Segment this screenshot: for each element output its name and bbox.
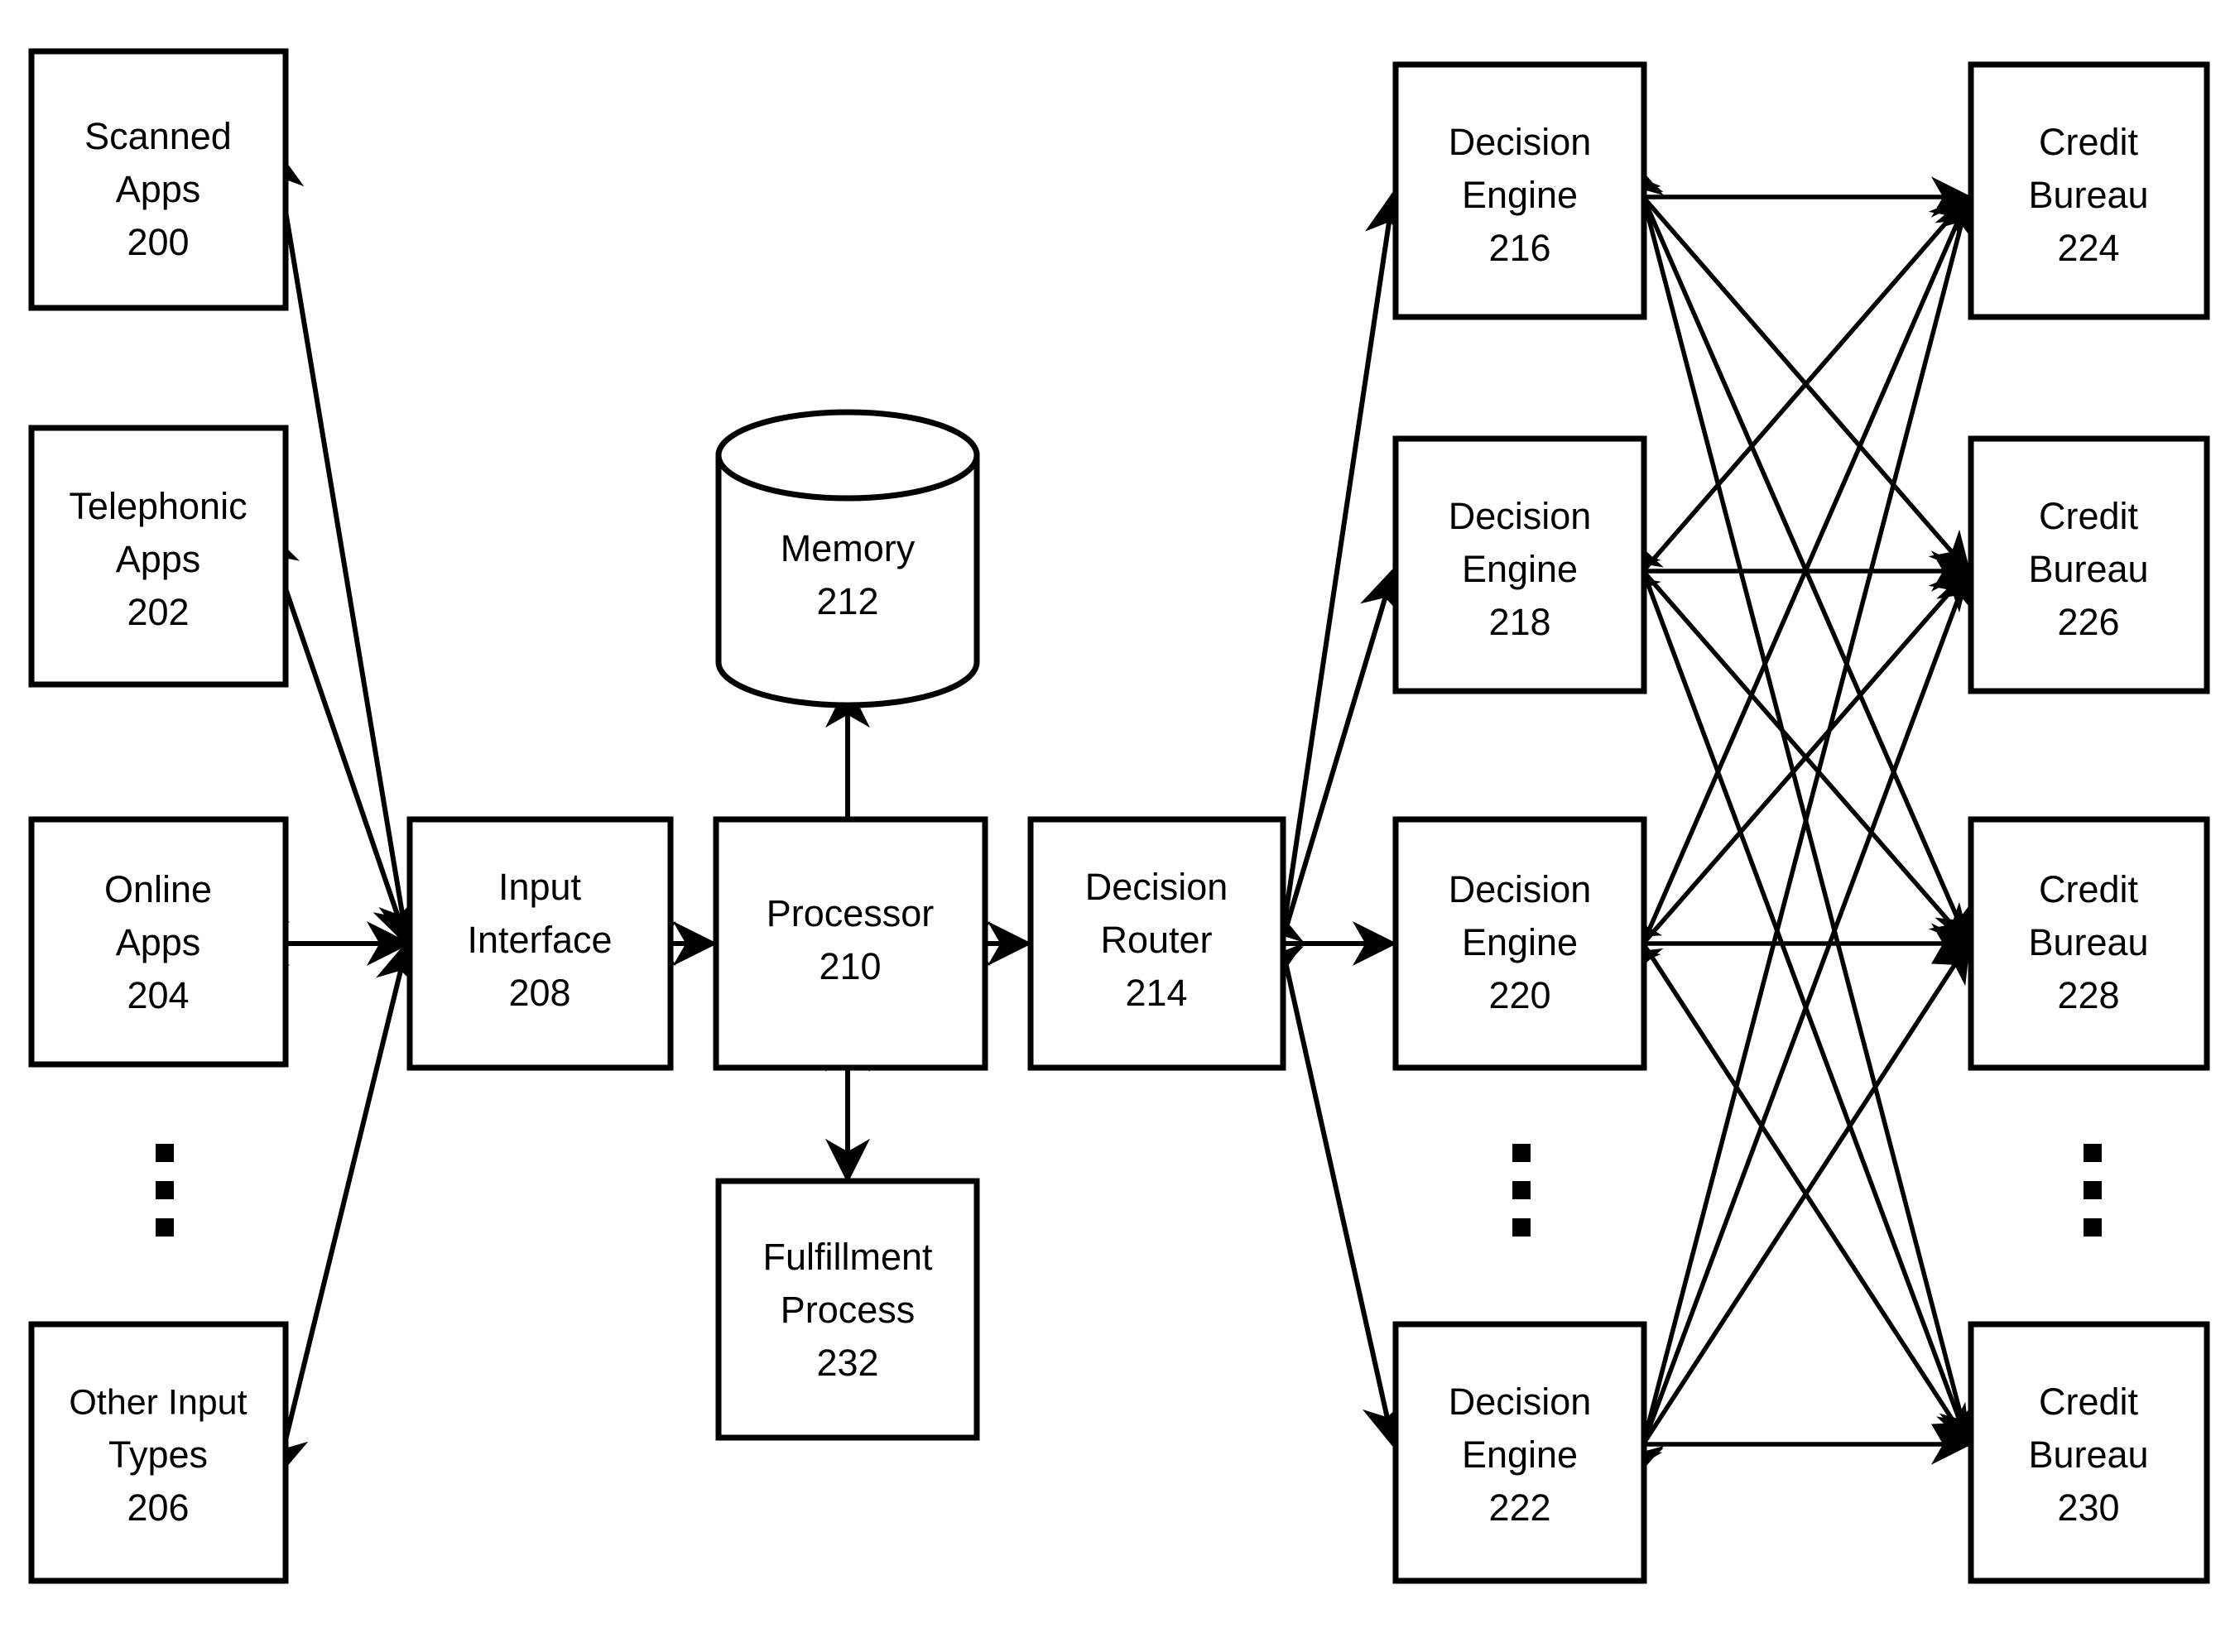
decision-router-ref: 214 (1125, 972, 1187, 1014)
connection-other-input-types-input-interface (264, 939, 420, 1480)
decision-engine-216-label-line1: Decision (1449, 121, 1592, 163)
credit-bureau-228-ref: 228 (2057, 974, 2119, 1016)
node-scanned-apps[interactable]: Scanned Apps 200 (28, 48, 289, 311)
processor-ref: 210 (819, 945, 881, 987)
online-apps-label-line1: Online (104, 868, 212, 910)
credit-bureau-226-label-line1: Credit (2039, 495, 2139, 537)
decision-engine-216-label-line2: Engine (1462, 174, 1578, 216)
credit-bureaus-ellipsis-dot-2 (2084, 1181, 2102, 1199)
node-credit-bureau-226[interactable]: Credit Bureau 226 (1968, 435, 2210, 694)
decision-engine-220-label-line2: Engine (1462, 921, 1578, 963)
node-decision-engine-218[interactable]: Decision Engine 218 (1392, 435, 1647, 694)
decision-engines-ellipsis-dot-2 (1512, 1181, 1531, 1199)
decision-engine-222-ref: 222 (1488, 1486, 1550, 1529)
credit-bureau-228-label-line1: Credit (2039, 868, 2139, 910)
processor-label: Processor (767, 892, 935, 934)
credit-bureau-224-ref: 224 (2057, 227, 2119, 269)
processor-box[interactable] (713, 816, 988, 1071)
other-input-types-label-line1: Other Input (69, 1382, 247, 1422)
node-decision-router[interactable]: Decision Router 214 (1027, 816, 1286, 1071)
other-input-types-label-line2: Types (108, 1433, 208, 1476)
node-input-interface[interactable]: Input Interface 208 (406, 816, 674, 1071)
decision-engine-220-ref: 220 (1488, 974, 1550, 1016)
connection-decision-router-decision-engine-218 (1261, 567, 1403, 983)
node-online-apps[interactable]: Online Apps 204 (28, 816, 289, 1068)
credit-bureau-224-label-line1: Credit (2039, 121, 2139, 163)
connections-engines-to-bureaus (1605, 161, 1979, 1481)
connections-router-to-engines (1240, 190, 1410, 1448)
credit-bureaus-ellipsis-dot-1 (2084, 1144, 2102, 1162)
decision-engine-218-ref: 218 (1488, 601, 1550, 643)
decision-engine-222-label-line1: Decision (1449, 1381, 1592, 1423)
system-block-diagram: Scanned Apps 200 Telephonic Apps 202 Onl… (0, 0, 2235, 1652)
scanned-apps-label-line2: Apps (116, 168, 201, 210)
telephonic-apps-label-line2: Apps (116, 538, 201, 580)
connection-scanned-apps-input-interface (260, 146, 423, 948)
decision-engine-220-label-line1: Decision (1449, 868, 1592, 910)
node-telephonic-apps[interactable]: Telephonic Apps 202 (28, 425, 289, 688)
node-fulfillment-process[interactable]: Fulfillment Process 232 (715, 1178, 980, 1441)
node-credit-bureau-224[interactable]: Credit Bureau 224 (1968, 61, 2210, 320)
scanned-apps-ref: 200 (127, 221, 189, 263)
decision-engines-ellipsis-dot-3 (1512, 1218, 1531, 1237)
telephonic-apps-ref: 202 (127, 591, 189, 633)
decision-engine-216-ref: 216 (1488, 227, 1550, 269)
connection-decision-router-decision-engine-216 (1260, 190, 1410, 984)
node-memory[interactable]: Memory 212 (715, 409, 980, 708)
credit-bureaus-ellipsis (2084, 1144, 2102, 1237)
connection-decision-router-decision-engine-222 (1260, 903, 1406, 1448)
node-credit-bureau-228[interactable]: Credit Bureau 228 (1968, 816, 2210, 1071)
decision-router-label-line1: Decision (1085, 866, 1228, 908)
decision-engine-218-label-line2: Engine (1462, 548, 1578, 590)
decision-router-label-line2: Router (1100, 919, 1212, 961)
decision-engines-ellipsis-dot-1 (1512, 1144, 1531, 1162)
online-apps-label-line2: Apps (116, 921, 201, 963)
credit-bureau-230-label-line2: Bureau (2028, 1433, 2148, 1476)
node-other-input-types[interactable]: Other Input Types 206 (28, 1321, 289, 1584)
telephonic-apps-label-line1: Telephonic (69, 485, 247, 527)
credit-bureau-230-label-line1: Credit (2039, 1381, 2139, 1423)
fulfillment-process-label-line1: Fulfillment (762, 1236, 933, 1278)
credit-bureau-226-ref: 226 (2057, 601, 2119, 643)
inputs-ellipsis-dot-3 (156, 1218, 174, 1237)
fulfillment-process-label-line2: Process (781, 1289, 916, 1331)
credit-bureau-228-label-line2: Bureau (2028, 921, 2148, 963)
credit-bureau-224-label-line2: Bureau (2028, 174, 2148, 216)
connection-telephonic-apps-input-interface (257, 526, 416, 948)
decision-engine-222-label-line2: Engine (1462, 1433, 1578, 1476)
decision-engine-218-label-line1: Decision (1449, 495, 1592, 537)
credit-bureau-226-label-line2: Bureau (2028, 548, 2148, 590)
other-input-types-ref: 206 (127, 1486, 189, 1529)
diagram-canvas: Scanned Apps 200 Telephonic Apps 202 Onl… (28, 48, 2210, 1584)
input-interface-ref: 208 (508, 972, 570, 1014)
node-decision-engine-222[interactable]: Decision Engine 222 (1392, 1321, 1647, 1584)
input-interface-label-line2: Interface (467, 919, 612, 961)
input-interface-label-line1: Input (498, 866, 582, 908)
online-apps-ref: 204 (127, 974, 189, 1016)
decision-engines-ellipsis (1512, 1144, 1531, 1237)
credit-bureaus-ellipsis-dot-3 (2084, 1218, 2102, 1237)
fulfillment-process-ref: 232 (816, 1342, 878, 1384)
node-decision-engine-216[interactable]: Decision Engine 216 (1392, 61, 1647, 320)
scanned-apps-label-line1: Scanned (84, 115, 232, 157)
memory-label: Memory (781, 527, 916, 569)
connections-inputs-to-interface (244, 146, 423, 1480)
credit-bureau-230-ref: 230 (2057, 1486, 2119, 1529)
inputs-ellipsis (156, 1144, 174, 1237)
node-processor[interactable]: Processor 210 (713, 816, 988, 1071)
memory-cylinder-top (715, 409, 980, 502)
memory-ref: 212 (816, 580, 878, 622)
inputs-ellipsis-dot-1 (156, 1144, 174, 1162)
inputs-ellipsis-dot-2 (156, 1181, 174, 1199)
node-credit-bureau-230[interactable]: Credit Bureau 230 (1968, 1321, 2210, 1584)
node-decision-engine-220[interactable]: Decision Engine 220 (1392, 816, 1647, 1071)
